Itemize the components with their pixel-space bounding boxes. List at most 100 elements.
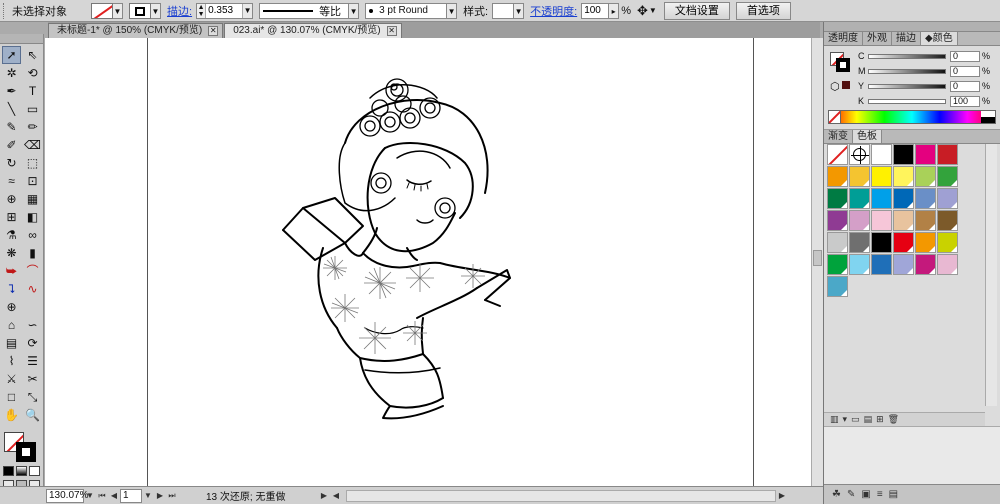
color-mode-icon[interactable] — [3, 466, 14, 476]
swatch[interactable] — [893, 210, 914, 231]
scroll-thumb[interactable] — [813, 250, 822, 266]
swatch-options-icon[interactable]: ▭ — [851, 414, 860, 425]
scroll-left-icon[interactable]: ◀ — [330, 491, 342, 500]
swatch[interactable] — [827, 254, 848, 275]
zoom-field[interactable]: 130.07% — [46, 488, 88, 503]
magenta-value-field[interactable]: 0 — [950, 65, 980, 77]
align-tool-icon[interactable]: ☰ — [23, 352, 42, 370]
brush-select[interactable]: 3 pt Round ▼ — [365, 2, 458, 19]
swatch[interactable] — [893, 254, 914, 275]
rectangle-tool-icon[interactable]: ▭ — [23, 100, 42, 118]
stroke-swatch-picker[interactable]: ▼ — [129, 2, 161, 19]
swatch[interactable] — [937, 232, 958, 253]
stroke-link[interactable]: 描边: — [167, 3, 192, 19]
opacity-input[interactable] — [581, 2, 610, 19]
swatch[interactable] — [915, 166, 936, 187]
horizontal-scrollbar[interactable] — [346, 489, 776, 502]
stroke-black-icon[interactable] — [16, 442, 36, 462]
paintbrush-tool-icon[interactable]: ✎ — [2, 118, 21, 136]
chevron-right-icon[interactable]: ▶ — [318, 491, 330, 500]
brush-library-icon[interactable]: ✎ — [847, 489, 855, 500]
swatch[interactable] — [915, 144, 936, 165]
swatch[interactable] — [937, 210, 958, 231]
none-mode-icon[interactable] — [29, 466, 40, 476]
layers-icon[interactable]: ≡ — [877, 489, 883, 500]
chevron-down-icon[interactable]: ▼ — [142, 491, 154, 500]
slice-tool-icon[interactable]: ⚔ — [2, 370, 21, 388]
tab-color[interactable]: ◆颜色 — [921, 32, 958, 45]
swatch[interactable] — [871, 144, 892, 165]
mesh-tool-icon[interactable]: ⊞ — [2, 208, 21, 226]
document-tab-023[interactable]: 023.ai* @ 130.07% (CMYK/预览) ✕ — [224, 23, 402, 38]
symbol-sprayer-tool-icon[interactable]: ❋ — [2, 244, 21, 262]
column-graph-tool-icon[interactable]: ▮ — [23, 244, 42, 262]
swatch[interactable] — [893, 166, 914, 187]
color-spectrum[interactable] — [828, 110, 996, 124]
lasso-tool-icon[interactable]: ⟲ — [23, 64, 42, 82]
canvas-vertical-scrollbar[interactable] — [811, 38, 823, 486]
selection-tool-icon[interactable]: ➚ — [2, 46, 21, 64]
swatch[interactable] — [827, 276, 848, 297]
chevron-down-icon[interactable]: ▼ — [349, 2, 360, 19]
close-icon[interactable]: ✕ — [208, 26, 219, 36]
swatch-libraries-icon[interactable]: ▥ — [830, 414, 839, 425]
tab-transparency[interactable]: 透明度 — [824, 32, 863, 45]
swatch[interactable] — [871, 210, 892, 231]
new-swatch-icon[interactable]: ⊞ — [876, 414, 884, 425]
free-transform-tool-icon[interactable]: ⊡ — [23, 172, 42, 190]
delete-swatch-icon[interactable]: 🗑 — [888, 414, 899, 425]
tab-gradient[interactable]: 渐变 — [824, 130, 853, 143]
artboard-number-field[interactable]: 1 — [120, 488, 142, 503]
last-artboard-icon[interactable]: ⏭ — [166, 491, 178, 501]
fill-stroke-control[interactable] — [2, 430, 42, 462]
first-artboard-icon[interactable]: ⏮ — [96, 491, 108, 501]
eyedropper-tool-icon[interactable]: ⚗ — [2, 226, 21, 244]
black-value-field[interactable]: 100 — [950, 95, 980, 107]
path-anchor-red-icon[interactable]: ⮩ — [2, 262, 21, 280]
swatch[interactable] — [937, 144, 958, 165]
stroke-weight-field[interactable]: ▲▼ ▼ — [196, 2, 254, 19]
swatch[interactable] — [893, 188, 914, 209]
scissors-tool-icon[interactable]: ✂ — [23, 370, 42, 388]
chevron-down-icon[interactable]: ▼ — [514, 2, 525, 19]
swatch[interactable] — [827, 166, 848, 187]
blob-brush-tool-icon[interactable]: ✐ — [2, 136, 21, 154]
zoom-tool-icon[interactable]: 🔍 — [23, 406, 42, 424]
rotate-tool-icon[interactable]: ↻ — [2, 154, 21, 172]
empty-slot-icon[interactable] — [23, 298, 42, 316]
canvas[interactable] — [45, 38, 811, 486]
swatch[interactable] — [827, 188, 848, 209]
swatch[interactable] — [937, 254, 958, 275]
document-tab-untitled[interactable]: 未标题-1* @ 150% (CMYK/预览) ✕ — [48, 23, 224, 38]
swatch[interactable] — [893, 144, 914, 165]
previous-artboard-icon[interactable]: ◀ — [108, 491, 120, 500]
black-slider[interactable] — [868, 98, 946, 104]
show-kinds-icon[interactable]: ▾ — [843, 414, 848, 425]
gamut-warning-swatch[interactable] — [842, 81, 850, 89]
direct-selection-tool-icon[interactable]: ⇖ — [23, 46, 42, 64]
shape-builder-tool-icon[interactable]: ⊕ — [2, 190, 21, 208]
swatch[interactable] — [937, 166, 958, 187]
yellow-slider[interactable] — [868, 83, 946, 89]
zigzag-tool-icon[interactable]: ⌇ — [2, 352, 21, 370]
recolor-control[interactable]: ✥ ▼ — [637, 3, 658, 19]
tab-appearance[interactable]: 外观 — [863, 32, 892, 45]
cyan-value-field[interactable]: 0 — [950, 50, 980, 62]
hand-tool-icon[interactable]: ✋ — [2, 406, 21, 424]
type-tool-icon[interactable]: T — [23, 82, 42, 100]
stroke-black-icon[interactable] — [836, 58, 850, 72]
fill-swatch-picker[interactable]: ▼ — [91, 2, 123, 19]
chevron-right-icon[interactable]: ▸ — [609, 2, 620, 19]
swatch-none[interactable] — [827, 144, 848, 165]
swatch[interactable] — [871, 166, 892, 187]
next-artboard-icon[interactable]: ▶ — [154, 491, 166, 500]
fill-none-swatch[interactable] — [91, 2, 113, 19]
swatch[interactable] — [849, 232, 870, 253]
gradient-tool-icon[interactable]: ◧ — [23, 208, 42, 226]
swatch[interactable] — [893, 232, 914, 253]
graphic-styles-icon[interactable]: ▣ — [861, 489, 870, 500]
color-group-icon[interactable]: ▤ — [864, 414, 873, 425]
chevron-down-icon[interactable]: ▼ — [84, 491, 96, 500]
envelope-distort-icon[interactable]: ⌂ — [2, 316, 21, 334]
artboard-tool-icon[interactable]: □ — [2, 388, 21, 406]
